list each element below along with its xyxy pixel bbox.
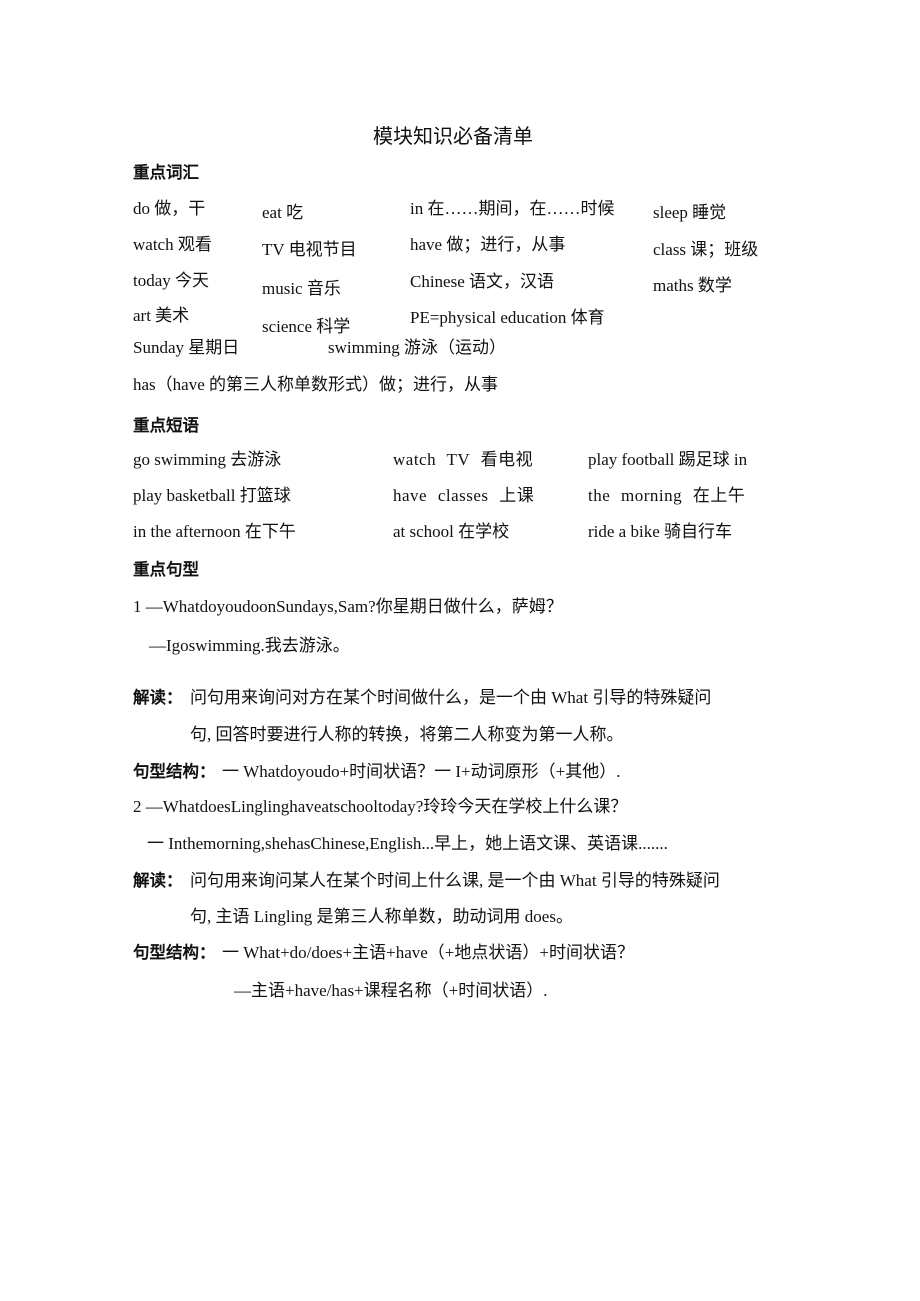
vocab-item: sleep 睡觉 [653,203,727,222]
vocab-item: art 美术 [133,306,190,325]
note-label: 解读： [133,688,183,707]
vocab-item: swimming 游泳（运动） [328,338,507,357]
note-text: 问句用来询问某人在某个时间上什么课, 是一个由 What 引导的特殊疑问 [190,871,720,890]
vocab-item: do 做，干 [133,199,206,218]
structure-text: —主语+have/has+课程名称（+时间状语）. [234,981,548,1000]
vocab-item: music 音乐 [262,279,341,298]
vocabulary-heading: 重点词汇 [133,163,199,182]
vocab-item: maths 数学 [653,276,732,295]
vocab-item: class 课；班级 [653,240,759,259]
phrase-item: at school 在学校 [393,522,510,541]
sentence-question: 1 —WhatdoyoudoonSundays,Sam?你星期日做什么，萨姆？ [133,597,563,616]
phrase-item: the morning 在上午 [588,486,746,505]
note-text: 问句用来询问对方在某个时间做什么，是一个由 What 引导的特殊疑问 [190,688,712,707]
vocab-item: science 科学 [262,317,351,336]
phrase-item: in the afternoon 在下午 [133,522,296,541]
vocab-item: TV 电视节目 [262,240,357,259]
vocab-item: have 做；进行，从事 [410,235,566,254]
vocab-item: eat 吃 [262,203,304,222]
phrase-item: go swimming 去游泳 [133,450,282,469]
vocab-item: today 今天 [133,271,210,290]
page-title: 模块知识必备清单 [373,126,533,148]
phrase-item: play basketball 打篮球 [133,486,291,505]
phrases-heading: 重点短语 [133,416,199,435]
structure-text: 一 Whatdoyoudo+时间状语？一 I+动词原形（+其他）. [222,762,621,781]
note-label: 解读： [133,871,183,890]
sentences-heading: 重点句型 [133,560,199,579]
sentence-question: 2 —WhatdoesLinglinghaveatschooltoday?玲玲今… [133,797,628,816]
note-text: 句, 主语 Lingling 是第三人称单数，助动词用 does。 [190,907,573,926]
sentence-answer: 一 Inthemorning,shehasChinese,English...早… [147,834,668,853]
vocab-item: PE=physical education 体育 [410,308,605,327]
phrase-item: ride a bike 骑自行车 [588,522,732,541]
vocab-item: in 在……期间，在……时候 [410,199,615,218]
sentence-answer: —Igoswimming.我去游泳。 [149,636,350,655]
structure-label: 句型结构： [133,762,216,781]
vocab-item: Sunday 星期日 [133,338,240,357]
phrase-item: have classes 上课 [393,486,535,505]
vocab-item: watch 观看 [133,235,212,254]
phrase-item: play football 踢足球 in [588,450,748,469]
vocab-has-line: has（have 的第三人称单数形式）做；进行，从事 [133,375,499,394]
vocab-item: Chinese 语文，汉语 [410,272,555,291]
structure-label: 句型结构： [133,943,216,962]
note-text: 句, 回答时要进行人称的转换，将第二人称变为第一人称。 [190,725,624,744]
phrase-item: watch TV 看电视 [393,450,534,469]
structure-text: 一 What+do/does+主语+have（+地点状语）+时间状语？ [222,943,634,962]
